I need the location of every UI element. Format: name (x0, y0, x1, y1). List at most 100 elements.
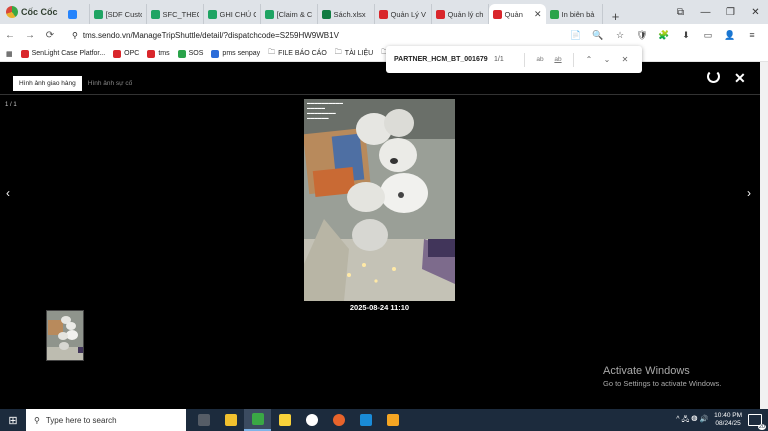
tab-title: GHI CHÚ C (219, 9, 256, 19)
tab-close-icon[interactable]: ✕ (534, 9, 542, 20)
bookmark-item[interactable]: SenLight Case Platfor... (20, 49, 105, 58)
browser-tab[interactable]: [Claim & C (261, 4, 318, 24)
browser-tab[interactable]: SFC_THEO (147, 4, 204, 24)
browser-tab[interactable]: [SDF Custo (90, 4, 147, 24)
photo-timestamp: 2025-08-24 11:10 (349, 303, 410, 312)
minimize-button[interactable]: — (693, 7, 718, 18)
browser-tab[interactable]: Quản lý ch (432, 4, 489, 24)
bookmark-favicon-icon (20, 49, 29, 58)
browser-tab[interactable]: Sách.xlsx (318, 4, 375, 24)
toolbar-icon[interactable]: ☆ (610, 30, 630, 41)
bookmark-favicon-icon (113, 49, 122, 58)
windows-activation-watermark: Activate Windows Go to Settings to activ… (603, 365, 721, 388)
back-button[interactable]: ← (0, 30, 20, 41)
browser-brand-label: Cốc Cốc (21, 7, 58, 17)
notification-count: 20 (757, 424, 766, 430)
clock-time: 10:40 PM (714, 412, 742, 419)
toolbar-icon[interactable]: 📄 (566, 30, 586, 41)
toolbar-icon[interactable]: 👤 (720, 30, 740, 41)
rotate-icon[interactable] (707, 70, 720, 83)
tab-title: Sách.xlsx (333, 9, 366, 19)
search-icon: ⚲ (34, 415, 40, 425)
window-controls: ⧉ — ❐ ✕ (668, 0, 768, 24)
tab-delivery-images[interactable]: Hình ảnh giao hàng (13, 76, 82, 91)
find-close-button[interactable]: ✕ (616, 55, 634, 64)
taskbar-app-icon[interactable] (271, 409, 298, 431)
find-input[interactable]: PARTNER_HCM_BT_001679 (394, 56, 494, 63)
reload-button[interactable]: ⟳ (40, 30, 60, 41)
find-count: 1/1 (494, 56, 504, 63)
toolbar-icon[interactable]: 🧩 (654, 30, 674, 41)
taskbar-app-icon[interactable] (298, 409, 325, 431)
find-bar: PARTNER_HCM_BT_001679 1/1 ab ab ⌃ ⌄ ✕ (386, 46, 642, 73)
toolbar-icon[interactable]: ▭ (698, 30, 718, 41)
toolbar-icon[interactable]: ≡ (742, 30, 762, 40)
toolbar-icon[interactable]: 🔍 (588, 30, 608, 41)
toolbar-icon[interactable]: 🛡 (632, 30, 652, 41)
photo-thumbnail[interactable] (46, 310, 84, 361)
taskbar-app-icon[interactable] (244, 409, 271, 431)
tab-title: [SDF Custo (105, 9, 142, 19)
url-text[interactable]: tms.sendo.vn/ManageTripShuttle/detail/?d… (83, 31, 339, 40)
whole-word-toggle[interactable]: ab (549, 56, 567, 63)
tab-search-icon[interactable]: ⧉ (668, 7, 693, 18)
bookmark-label: SOS (188, 50, 204, 57)
taskbar-app-icon[interactable] (379, 409, 406, 431)
taskbar-app-icon[interactable] (217, 409, 244, 431)
viewer-close-button[interactable]: ✕ (734, 70, 746, 87)
browser-tab[interactable]: Quản ✕ (488, 4, 546, 24)
taskbar-app-icon[interactable] (325, 409, 352, 431)
notifications-icon[interactable]: 20 (748, 414, 766, 430)
browser-tab[interactable]: In biên bả (546, 4, 603, 24)
app-glyph-icon (251, 413, 264, 425)
bookmark-item[interactable]: pms senpay (211, 49, 260, 58)
tray-icons[interactable]: ^ 🖧 ◍ 🔊 (676, 415, 708, 426)
bookmark-item[interactable]: OPC (113, 49, 139, 58)
bookmark-favicon-icon (177, 49, 186, 58)
next-image-button[interactable]: › (747, 186, 751, 200)
apps-icon[interactable]: ▦ (6, 50, 13, 58)
taskbar-search-placeholder[interactable]: Type here to search (46, 416, 117, 425)
tab-favicon-icon (264, 9, 274, 19)
forward-button[interactable]: → (20, 30, 40, 41)
close-window-button[interactable]: ✕ (743, 7, 768, 18)
site-info-icon[interactable]: ⚲ (72, 31, 78, 40)
image-counter: 1 / 1 (5, 102, 17, 108)
find-divider (524, 52, 525, 67)
tab-title: Quản Lý V (390, 9, 426, 19)
browser-tab[interactable]: Quản Lý V (375, 4, 432, 24)
bookmark-label: tms (158, 50, 170, 57)
browser-toolbar: ← → ⟳ ⚲ tms.sendo.vn/ManageTripShuttle/d… (0, 24, 768, 46)
taskbar-search[interactable]: ⚲ Type here to search (26, 409, 186, 431)
viewer-divider (0, 94, 760, 95)
bookmark-item[interactable]: SOS (177, 49, 204, 58)
tab-title: Quản (504, 9, 523, 19)
system-tray: ^ 🖧 ◍ 🔊 10:40 PM 08/24/25 20 (676, 409, 768, 431)
delivery-photo-image (304, 99, 455, 301)
address-bar[interactable]: ⚲ tms.sendo.vn/ManageTripShuttle/detail/… (66, 26, 586, 44)
new-tab-button[interactable]: + (607, 9, 625, 24)
bookmark-item[interactable]: 🗀 FILE BÁO CÁO (268, 48, 327, 59)
clock[interactable]: 10:40 PM 08/24/25 (714, 412, 742, 428)
find-next-button[interactable]: ⌄ (598, 55, 616, 64)
clock-date: 08/24/25 (715, 420, 741, 427)
bookmark-label: TÀI LIỆU (344, 50, 374, 57)
bookmark-item[interactable]: tms (147, 49, 170, 58)
start-button[interactable]: ⊞ (0, 414, 26, 427)
tab-title: SFC_THEO (162, 9, 199, 19)
browser-tab[interactable] (64, 4, 90, 24)
taskbar-app-icon[interactable] (190, 409, 217, 431)
app-glyph-icon (197, 414, 210, 426)
prev-image-button[interactable]: ‹ (6, 186, 10, 200)
taskbar-app-icon[interactable] (352, 409, 379, 431)
find-prev-button[interactable]: ⌃ (580, 55, 598, 64)
match-case-toggle[interactable]: ab (531, 56, 549, 63)
browser-brand[interactable]: Cốc Cốc (0, 0, 64, 24)
delivery-photo[interactable]: ▬▬▬▬▬▬▬▬▬▬ ▬▬▬▬▬ ▬▬▬▬▬▬▬▬ ▬▬▬▬▬▬ (304, 99, 455, 301)
tab-incident-images[interactable]: Hình ảnh sự cố (82, 76, 138, 91)
maximize-button[interactable]: ❐ (718, 7, 743, 18)
toolbar-icon[interactable]: ⬇ (676, 30, 696, 41)
page-scrollbar[interactable] (760, 62, 768, 409)
browser-tab[interactable]: GHI CHÚ C (204, 4, 261, 24)
bookmark-item[interactable]: 🗀 TÀI LIỆU (335, 48, 373, 59)
